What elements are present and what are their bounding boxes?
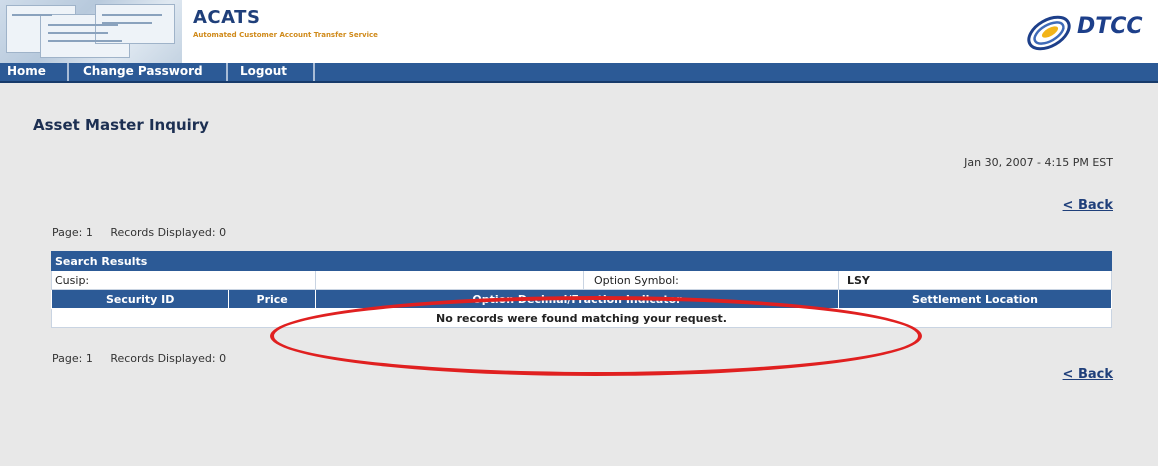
page-title: Asset Master Inquiry <box>33 116 209 134</box>
page-number: Page: 1 <box>52 226 93 239</box>
col-option-indicator: Option Decimal/Fraction Indicator <box>315 289 839 309</box>
back-link-top[interactable]: < Back <box>1063 198 1113 213</box>
app-title: ACATS <box>193 7 261 28</box>
dtcc-logo-icon <box>1027 15 1071 51</box>
no-records-message: No records were found matching your requ… <box>51 308 1112 328</box>
nav-home[interactable]: Home <box>0 63 69 81</box>
app-subtitle: Automated Customer Account Transfer Serv… <box>193 31 378 39</box>
records-displayed: Records Displayed: 0 <box>110 352 227 365</box>
main-nav: Home Change Password Logout <box>0 63 1158 83</box>
paging-info-top: Page: 1 Records Displayed: 0 <box>52 226 226 239</box>
records-displayed: Records Displayed: 0 <box>110 226 227 239</box>
header-banner-graphic <box>0 0 182 63</box>
app-header: ACATS Automated Customer Account Transfe… <box>0 0 1158 63</box>
timestamp: Jan 30, 2007 - 4:15 PM EST <box>964 156 1113 169</box>
col-price: Price <box>228 289 316 309</box>
option-symbol-label: Option Symbol: <box>583 270 839 290</box>
option-symbol-value: LSY <box>838 270 1112 290</box>
brand-name: DTCC <box>1077 14 1143 39</box>
paging-info-bottom: Page: 1 Records Displayed: 0 <box>52 352 226 365</box>
col-settlement-location: Settlement Location <box>838 289 1112 309</box>
nav-logout[interactable]: Logout <box>233 63 315 81</box>
page-number: Page: 1 <box>52 352 93 365</box>
nav-change-password[interactable]: Change Password <box>76 63 228 81</box>
cusip-label: Cusip: <box>51 270 316 290</box>
col-security-id: Security ID <box>50 289 230 309</box>
search-results-caption: Search Results <box>51 251 1112 271</box>
cusip-value <box>315 270 584 290</box>
search-results-table: Search Results Cusip: Option Symbol: LSY… <box>50 251 1112 328</box>
back-link-bottom[interactable]: < Back <box>1063 367 1113 382</box>
